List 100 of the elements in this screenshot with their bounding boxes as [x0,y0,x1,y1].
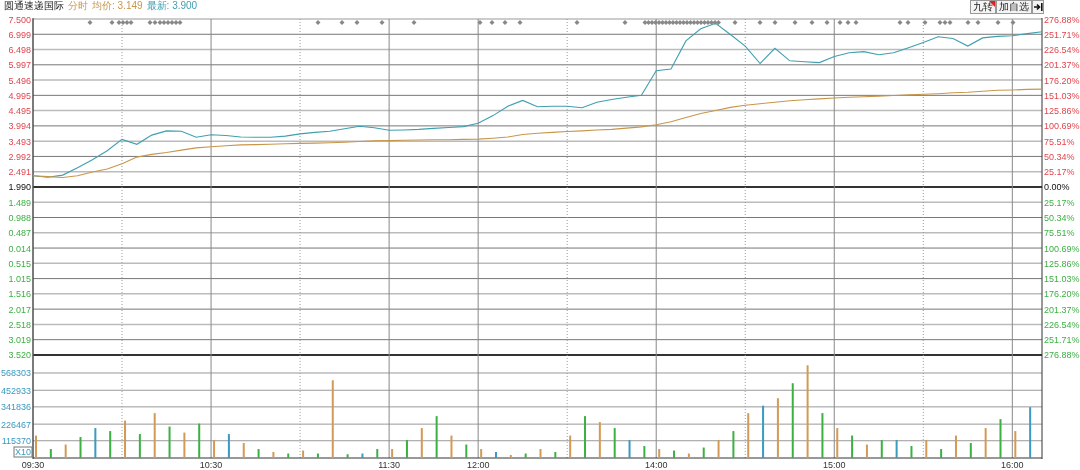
volume-bar [747,413,750,458]
volume-bar [227,434,230,458]
volume-bar [480,449,483,458]
volume-bar [49,449,52,458]
volume-bar [509,455,512,458]
price-axis-label: 6.498 [8,45,31,56]
percent-axis-label: 176.20% [1044,289,1080,300]
price-axis-label: 1.015 [8,274,31,285]
percent-axis-label: 125.86% [1044,106,1080,117]
percent-axis-label: 276.88% [1044,14,1080,25]
volume-bar [79,437,82,458]
volume-bar [539,449,542,458]
time-axis-label: 10:30 [199,460,223,470]
volume-bar [895,440,898,458]
time-axis-label: 16:00 [1001,460,1024,470]
arrow-to-bar-icon [1033,3,1043,11]
price-axis-label: 3.019 [8,335,31,346]
percent-axis-label: 100.69% [1044,121,1080,132]
price-axis-label: 7.500 [8,14,31,25]
chart-mode-label: 分时 [68,0,88,12]
volume-bar [717,440,720,458]
volume-bar [242,443,245,458]
time-axis-label: 09:30 [21,460,45,470]
volume-bar [984,428,987,458]
percent-axis-label: 201.37% [1044,304,1080,315]
price-axis-label: 0.988 [8,213,31,223]
volume-bar [346,454,349,458]
stock-name: 圆通速递国际 [4,0,64,12]
volume-bar [954,435,957,458]
volume-bar [1029,407,1032,458]
price-axis-label: 3.493 [8,136,31,147]
price-axis-label: 0.014 [8,243,31,254]
volume-bar [524,453,527,458]
volume-bar [287,453,290,458]
percent-axis-label: 176.20% [1044,75,1080,86]
percent-axis-label: 25.17% [1044,197,1075,208]
volume-bar [643,446,646,458]
time-axis-label: 12:00 [466,460,490,470]
volume-bar [316,453,319,458]
volume-bar [658,449,661,458]
percent-axis-label: 75.51% [1044,228,1075,239]
volume-bar [198,423,201,458]
volume-bar [999,419,1002,458]
latest-price-label: 最新: 3.900 [146,0,198,12]
volume-bar [302,450,305,458]
price-axis-label: 2.491 [8,167,31,178]
volume-bar [569,435,572,458]
percent-axis-label: 75.51% [1044,136,1075,147]
volume-bar [361,453,364,458]
volume-bar [435,416,438,458]
percent-axis-label: 226.54% [1044,45,1080,56]
volume-bar [880,440,883,458]
volume-bar [138,434,141,458]
percent-axis-label: 226.54% [1044,319,1080,330]
collapse-button[interactable] [1032,0,1044,14]
volume-bar [64,444,67,458]
volume-bar [109,431,112,458]
volume-bar [687,453,690,458]
price-axis-label: 3.520 [8,350,31,361]
percent-axis-label: 50.34% [1044,151,1075,162]
volume-bar [272,452,275,458]
volume-bar [598,422,601,458]
volume-bar [776,398,779,458]
volume-bar [925,440,928,458]
price-axis-label: 1.516 [8,289,31,300]
volume-bar [910,446,913,458]
percent-axis-label: 251.71% [1044,29,1080,40]
volume-bar [1014,431,1017,458]
percent-axis-label: 151.03% [1044,274,1080,285]
volume-bar [213,440,216,458]
toolbar-button[interactable]: 加自选 [996,0,1032,14]
volume-axis-label: 115370 [1,436,31,447]
volume-bar [257,449,260,458]
volume-bar [183,432,186,458]
percent-axis-label: 151.03% [1044,90,1080,101]
price-axis-label: 5.496 [8,75,31,86]
price-axis-label: 2.518 [8,319,31,330]
volume-bar [450,435,453,458]
volume-bar [465,444,468,458]
price-axis-label: 5.997 [8,60,31,71]
percent-axis-label: 0.00% [1044,182,1070,193]
toolbar-button[interactable]: 九转 [970,0,996,14]
time-axis-label: 14:00 [644,460,668,470]
volume-bar [821,413,824,458]
volume-bar [762,405,765,458]
price-axis-label: 1.489 [8,197,31,208]
volume-bar [420,428,423,458]
volume-bar [168,426,171,458]
price-axis-label: 0.515 [8,258,31,269]
price-axis-label: 2.017 [8,304,31,315]
percent-axis-label: 50.34% [1044,213,1075,223]
volume-bar [124,420,127,458]
volume-bar [940,449,943,458]
volume-bar [865,444,868,458]
price-axis-label: 3.994 [8,121,31,132]
percent-axis-label: 251.71% [1044,335,1080,346]
time-axis-label: 11:30 [378,460,401,470]
percent-axis-label: 25.17% [1044,167,1075,178]
volume-axis-label: 568303 [0,368,31,379]
volume-bar [702,447,705,458]
